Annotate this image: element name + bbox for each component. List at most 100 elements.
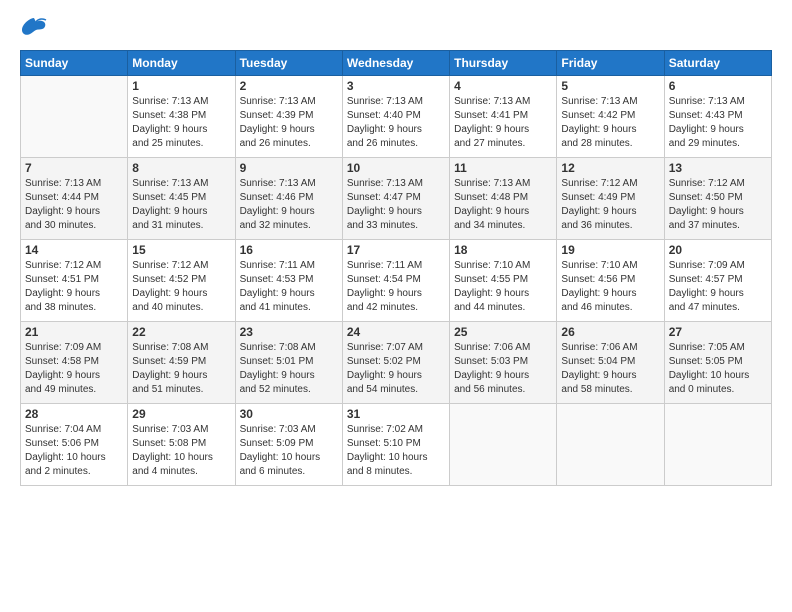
day-cell: 27 Sunrise: 7:05 AM Sunset: 5:05 PM Dayli… [664, 322, 771, 404]
week-row-1: 1Sunrise: 7:13 AM Sunset: 4:38 PM Daylig… [21, 76, 772, 158]
logo [20, 16, 52, 38]
day-cell: 20 Sunrise: 7:09 AM Sunset: 4:57 PM Dayli… [664, 240, 771, 322]
day-number: 4 [454, 79, 552, 93]
day-cell: 31 Sunrise: 7:02 AM Sunset: 5:10 PM Dayli… [342, 404, 449, 486]
day-cell: 22 Sunrise: 7:08 AM Sunset: 4:59 PM Dayli… [128, 322, 235, 404]
header-day-saturday: Saturday [664, 51, 771, 76]
day-info: Sunrise: 7:03 AM Sunset: 5:08 PM Dayligh… [132, 423, 230, 479]
day-info: Sunrise: 7:12 AM Sunset: 4:51 PM Dayligh… [25, 259, 123, 315]
day-info: Sunrise: 7:07 AM Sunset: 5:02 PM Dayligh… [347, 341, 445, 397]
day-info: Sunrise: 7:13 AM Sunset: 4:42 PM Dayligh… [561, 95, 659, 151]
day-cell: 12 Sunrise: 7:12 AM Sunset: 4:49 PM Dayli… [557, 158, 664, 240]
day-cell [557, 404, 664, 486]
day-info: Sunrise: 7:12 AM Sunset: 4:52 PM Dayligh… [132, 259, 230, 315]
day-cell: 21 Sunrise: 7:09 AM Sunset: 4:58 PM Dayli… [21, 322, 128, 404]
day-info: Sunrise: 7:12 AM Sunset: 4:49 PM Dayligh… [561, 177, 659, 233]
day-cell: 28Sunrise: 7:04 AM Sunset: 5:06 PM Dayli… [21, 404, 128, 486]
header-day-monday: Monday [128, 51, 235, 76]
day-cell: 6 Sunrise: 7:13 AM Sunset: 4:43 PM Daylig… [664, 76, 771, 158]
day-cell: 16Sunrise: 7:11 AM Sunset: 4:53 PM Dayli… [235, 240, 342, 322]
day-info: Sunrise: 7:08 AM Sunset: 4:59 PM Dayligh… [132, 341, 230, 397]
day-number: 6 [669, 79, 767, 93]
day-number: 20 [669, 243, 767, 257]
day-number: 25 [454, 325, 552, 339]
day-number: 23 [240, 325, 338, 339]
day-cell: 30 Sunrise: 7:03 AM Sunset: 5:09 PM Dayli… [235, 404, 342, 486]
calendar-table: SundayMondayTuesdayWednesdayThursdayFrid… [20, 50, 772, 486]
day-info: Sunrise: 7:11 AM Sunset: 4:53 PM Dayligh… [240, 259, 338, 315]
day-number: 19 [561, 243, 659, 257]
day-cell: 15Sunrise: 7:12 AM Sunset: 4:52 PM Dayli… [128, 240, 235, 322]
day-number: 14 [25, 243, 123, 257]
week-row-2: 7 Sunrise: 7:13 AM Sunset: 4:44 PM Daylig… [21, 158, 772, 240]
day-cell: 2 Sunrise: 7:13 AM Sunset: 4:39 PM Daylig… [235, 76, 342, 158]
day-info: Sunrise: 7:09 AM Sunset: 4:58 PM Dayligh… [25, 341, 123, 397]
day-cell: 11 Sunrise: 7:13 AM Sunset: 4:48 PM Dayli… [450, 158, 557, 240]
day-cell: 7 Sunrise: 7:13 AM Sunset: 4:44 PM Daylig… [21, 158, 128, 240]
day-cell [450, 404, 557, 486]
day-cell: 19 Sunrise: 7:10 AM Sunset: 4:56 PM Dayli… [557, 240, 664, 322]
logo-icon [20, 16, 48, 38]
day-cell: 23 Sunrise: 7:08 AM Sunset: 5:01 PM Dayli… [235, 322, 342, 404]
day-cell: 4 Sunrise: 7:13 AM Sunset: 4:41 PM Daylig… [450, 76, 557, 158]
day-number: 29 [132, 407, 230, 421]
day-info: Sunrise: 7:09 AM Sunset: 4:57 PM Dayligh… [669, 259, 767, 315]
day-number: 2 [240, 79, 338, 93]
header-day-tuesday: Tuesday [235, 51, 342, 76]
day-info: Sunrise: 7:13 AM Sunset: 4:47 PM Dayligh… [347, 177, 445, 233]
main-container: SundayMondayTuesdayWednesdayThursdayFrid… [0, 0, 792, 496]
day-cell: 10 Sunrise: 7:13 AM Sunset: 4:47 PM Dayli… [342, 158, 449, 240]
day-number: 31 [347, 407, 445, 421]
day-info: Sunrise: 7:13 AM Sunset: 4:43 PM Dayligh… [669, 95, 767, 151]
day-info: Sunrise: 7:13 AM Sunset: 4:46 PM Dayligh… [240, 177, 338, 233]
day-cell [21, 76, 128, 158]
day-cell: 8 Sunrise: 7:13 AM Sunset: 4:45 PM Daylig… [128, 158, 235, 240]
day-number: 10 [347, 161, 445, 175]
day-number: 30 [240, 407, 338, 421]
day-cell: 1Sunrise: 7:13 AM Sunset: 4:38 PM Daylig… [128, 76, 235, 158]
day-cell: 25 Sunrise: 7:06 AM Sunset: 5:03 PM Dayli… [450, 322, 557, 404]
day-info: Sunrise: 7:13 AM Sunset: 4:45 PM Dayligh… [132, 177, 230, 233]
day-info: Sunrise: 7:03 AM Sunset: 5:09 PM Dayligh… [240, 423, 338, 479]
day-number: 17 [347, 243, 445, 257]
day-info: Sunrise: 7:13 AM Sunset: 4:41 PM Dayligh… [454, 95, 552, 151]
header-day-friday: Friday [557, 51, 664, 76]
day-info: Sunrise: 7:05 AM Sunset: 5:05 PM Dayligh… [669, 341, 767, 397]
day-cell: 17 Sunrise: 7:11 AM Sunset: 4:54 PM Dayli… [342, 240, 449, 322]
day-info: Sunrise: 7:13 AM Sunset: 4:48 PM Dayligh… [454, 177, 552, 233]
day-cell: 14 Sunrise: 7:12 AM Sunset: 4:51 PM Dayli… [21, 240, 128, 322]
day-number: 22 [132, 325, 230, 339]
day-number: 9 [240, 161, 338, 175]
day-cell: 18Sunrise: 7:10 AM Sunset: 4:55 PM Dayli… [450, 240, 557, 322]
header-row: SundayMondayTuesdayWednesdayThursdayFrid… [21, 51, 772, 76]
day-number: 8 [132, 161, 230, 175]
day-cell: 26 Sunrise: 7:06 AM Sunset: 5:04 PM Dayli… [557, 322, 664, 404]
day-info: Sunrise: 7:10 AM Sunset: 4:56 PM Dayligh… [561, 259, 659, 315]
day-info: Sunrise: 7:13 AM Sunset: 4:38 PM Dayligh… [132, 95, 230, 151]
day-info: Sunrise: 7:13 AM Sunset: 4:40 PM Dayligh… [347, 95, 445, 151]
day-cell: 29 Sunrise: 7:03 AM Sunset: 5:08 PM Dayli… [128, 404, 235, 486]
header-day-sunday: Sunday [21, 51, 128, 76]
day-info: Sunrise: 7:13 AM Sunset: 4:44 PM Dayligh… [25, 177, 123, 233]
day-number: 26 [561, 325, 659, 339]
week-row-3: 14 Sunrise: 7:12 AM Sunset: 4:51 PM Dayli… [21, 240, 772, 322]
day-number: 7 [25, 161, 123, 175]
header-day-thursday: Thursday [450, 51, 557, 76]
day-cell: 3 Sunrise: 7:13 AM Sunset: 4:40 PM Daylig… [342, 76, 449, 158]
day-info: Sunrise: 7:02 AM Sunset: 5:10 PM Dayligh… [347, 423, 445, 479]
day-info: Sunrise: 7:06 AM Sunset: 5:03 PM Dayligh… [454, 341, 552, 397]
day-info: Sunrise: 7:06 AM Sunset: 5:04 PM Dayligh… [561, 341, 659, 397]
day-info: Sunrise: 7:08 AM Sunset: 5:01 PM Dayligh… [240, 341, 338, 397]
day-cell: 5 Sunrise: 7:13 AM Sunset: 4:42 PM Daylig… [557, 76, 664, 158]
day-number: 27 [669, 325, 767, 339]
day-number: 3 [347, 79, 445, 93]
day-info: Sunrise: 7:11 AM Sunset: 4:54 PM Dayligh… [347, 259, 445, 315]
day-cell: 13Sunrise: 7:12 AM Sunset: 4:50 PM Dayli… [664, 158, 771, 240]
day-cell: 24Sunrise: 7:07 AM Sunset: 5:02 PM Dayli… [342, 322, 449, 404]
day-cell [664, 404, 771, 486]
day-number: 11 [454, 161, 552, 175]
day-number: 21 [25, 325, 123, 339]
day-number: 5 [561, 79, 659, 93]
day-number: 12 [561, 161, 659, 175]
day-info: Sunrise: 7:13 AM Sunset: 4:39 PM Dayligh… [240, 95, 338, 151]
